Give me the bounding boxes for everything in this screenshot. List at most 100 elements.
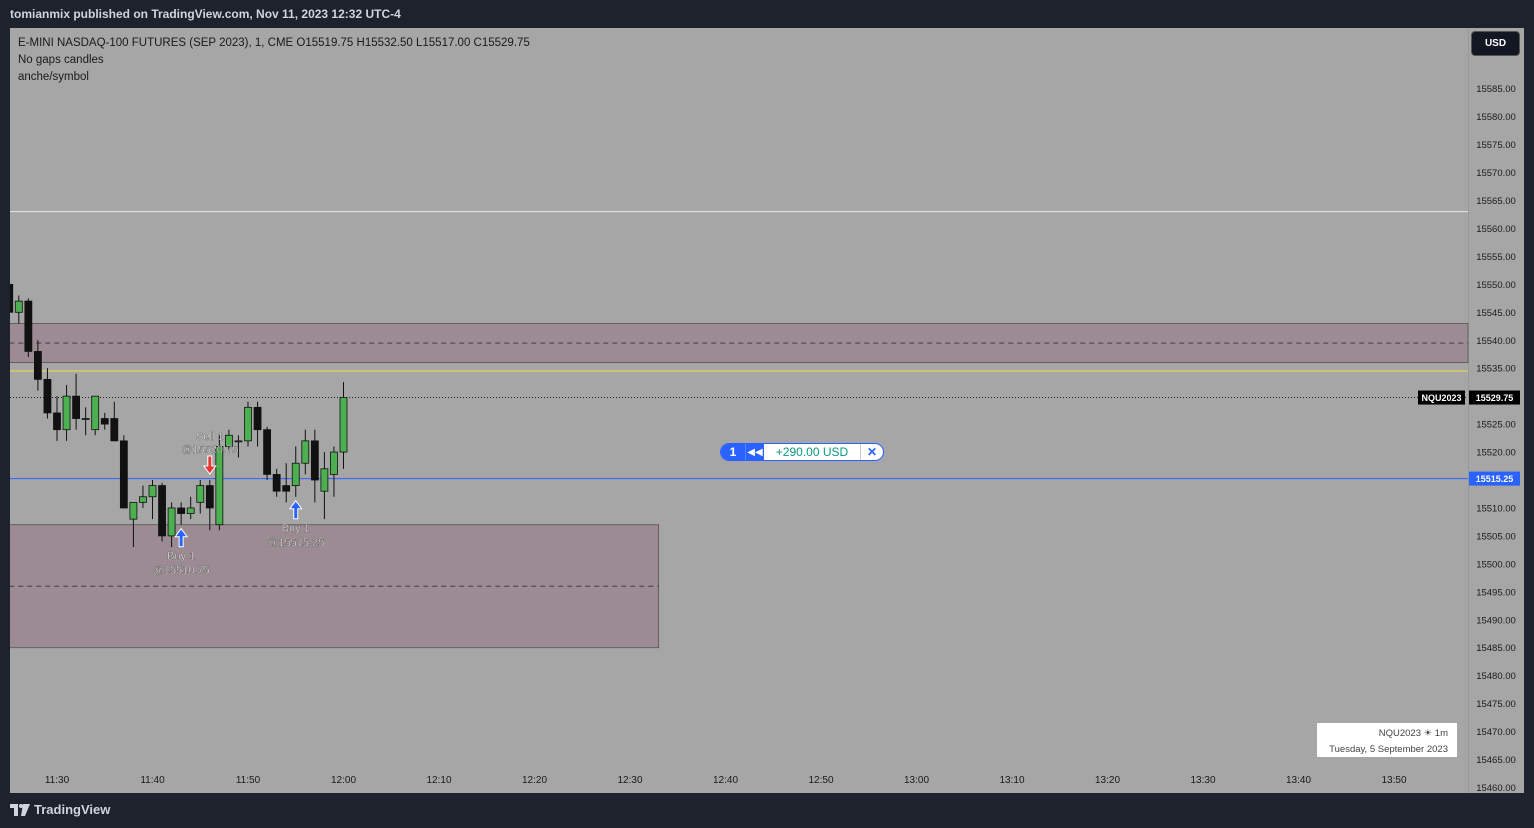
candle-body	[110, 418, 119, 442]
symbol-info-box: NQU2023 ☀ 1m Tuesday, 5 September 2023	[1317, 723, 1457, 757]
x-tick-label: 13:30	[1190, 775, 1215, 786]
position-price-tag: 15515.25	[1476, 474, 1514, 484]
y-tick-label: 15475.00	[1476, 699, 1516, 710]
candle-body	[43, 378, 52, 414]
buy-price: @15510.75	[153, 565, 210, 577]
y-tick-label: 15460.00	[1476, 783, 1516, 793]
position-pnl: +290.00 USD	[764, 444, 861, 460]
candle-body	[291, 462, 300, 486]
x-tick-label: 11:50	[236, 775, 261, 786]
candle-body	[14, 300, 23, 313]
indicator-anchor-symbol[interactable]: anche/symbol	[18, 69, 530, 86]
candle-body	[91, 395, 100, 431]
x-tick-label: 13:00	[904, 775, 929, 786]
info-date: Tuesday, 5 September 2023	[1329, 744, 1448, 755]
candle-body	[186, 507, 195, 514]
y-tick-label: 15495.00	[1476, 587, 1516, 598]
candle-body	[215, 446, 224, 526]
buy-label: Buy 1	[282, 523, 310, 535]
y-tick-label: 15500.00	[1476, 559, 1516, 570]
y-tick-label: 15575.00	[1476, 140, 1516, 151]
y-tick-label: 15570.00	[1476, 168, 1516, 179]
currency-button[interactable]: USD	[1471, 31, 1520, 56]
candle-body	[301, 440, 310, 464]
position-pill[interactable]: 1 ◀◀ +290.00 USD ✕	[720, 443, 884, 461]
candle-body	[234, 440, 243, 443]
candle-body	[100, 418, 109, 425]
tradingview-logo-icon	[10, 803, 30, 816]
y-tick-label: 15565.00	[1476, 196, 1516, 207]
candle-body	[53, 412, 61, 431]
x-tick-label: 13:20	[1095, 775, 1120, 786]
x-tick-label: 12:30	[617, 775, 642, 786]
x-tick-label: 12:00	[331, 775, 356, 786]
tradingview-logo[interactable]: TradingView	[10, 802, 110, 817]
x-tick-label: 13:40	[1286, 775, 1311, 786]
close-icon[interactable]: ✕	[861, 444, 883, 460]
candle-body	[72, 395, 80, 419]
candle-body	[330, 451, 338, 475]
candle-body	[158, 485, 166, 537]
publish-bar: tomianmix published on TradingView.com, …	[0, 0, 1534, 28]
y-tick-label: 15520.00	[1476, 448, 1516, 459]
candle-body	[320, 468, 329, 492]
y-tick-label: 15560.00	[1476, 224, 1516, 235]
indicator-no-gaps[interactable]: No gaps candles	[18, 52, 530, 69]
symbol-line[interactable]: E-MINI NASDAQ-100 FUTURES (SEP 2023), 1,…	[18, 35, 530, 52]
x-tick-label: 12:50	[808, 775, 833, 786]
symbol-tag: NQU2023	[1421, 393, 1461, 403]
buy-label: Buy 1	[167, 551, 195, 563]
y-tick-label: 15510.00	[1476, 503, 1516, 514]
candle-body	[129, 501, 138, 520]
candle-body	[177, 507, 186, 514]
last-price-tag: 15529.75	[1476, 393, 1514, 403]
candle-body	[272, 474, 281, 492]
sell-price: @15520.75	[181, 444, 238, 456]
candle-body	[24, 300, 33, 352]
candle-body	[196, 485, 205, 503]
candle-body	[5, 283, 14, 313]
publish-text: tomianmix published on TradingView.com, …	[10, 7, 401, 21]
y-tick-label: 15465.00	[1476, 755, 1516, 766]
y-tick-label: 15535.00	[1476, 364, 1516, 375]
y-tick-label: 15490.00	[1476, 615, 1516, 626]
y-tick-label: 15585.00	[1476, 84, 1516, 95]
candle-body	[244, 406, 252, 442]
candle-body	[148, 485, 157, 498]
x-tick-label: 12:20	[522, 775, 547, 786]
candle-body	[253, 406, 262, 431]
chart-pane[interactable]: Sell 1 @15520.75 Buy 1 @15510.75 Buy 1 @15515…	[5, 28, 1524, 794]
buy-price: @15515.25	[267, 537, 324, 549]
y-tick-label: 15505.00	[1476, 531, 1516, 542]
y-tick-label: 15550.00	[1476, 280, 1516, 291]
candle-body	[339, 397, 348, 453]
x-tick-label: 12:40	[713, 775, 738, 786]
footer-bar: TradingView	[0, 796, 1534, 828]
candle-body	[139, 496, 147, 503]
time-axis: 11:30 11:40 11:50 12:00 12:10 12:20 12:30 12:40…	[45, 775, 1407, 786]
brand-text: TradingView	[34, 802, 111, 817]
x-tick-label: 13:10	[999, 775, 1024, 786]
position-qty[interactable]: 1	[721, 444, 745, 460]
x-tick-label: 12:10	[426, 775, 451, 786]
y-tick-label: 15485.00	[1476, 643, 1516, 654]
info-symbol: NQU2023 ☀ 1m	[1378, 728, 1448, 739]
y-tick-label: 15555.00	[1476, 252, 1516, 263]
candle-body	[33, 351, 42, 380]
y-tick-label: 15470.00	[1476, 727, 1516, 738]
reverse-icon[interactable]: ◀◀	[745, 444, 764, 460]
x-tick-label: 13:50	[1381, 775, 1406, 786]
sell-label: Sell 1	[196, 431, 224, 443]
y-tick-label: 15580.00	[1476, 112, 1516, 123]
x-tick-label: 11:40	[140, 775, 165, 786]
candle-body	[167, 507, 176, 537]
chart-canvas[interactable]: Sell 1@15520.75 Buy 1 @15510.75 Buy 1 @15515…	[5, 28, 1524, 794]
candle-body	[119, 440, 128, 509]
x-tick-label: 11:30	[45, 775, 70, 786]
chart-legend: E-MINI NASDAQ-100 FUTURES (SEP 2023), 1,…	[18, 35, 530, 86]
candle-body	[81, 418, 90, 420]
candle-body	[205, 485, 214, 509]
candle-body	[282, 485, 291, 492]
y-tick-label: 15525.00	[1476, 420, 1516, 431]
y-tick-label: 15545.00	[1476, 308, 1516, 319]
